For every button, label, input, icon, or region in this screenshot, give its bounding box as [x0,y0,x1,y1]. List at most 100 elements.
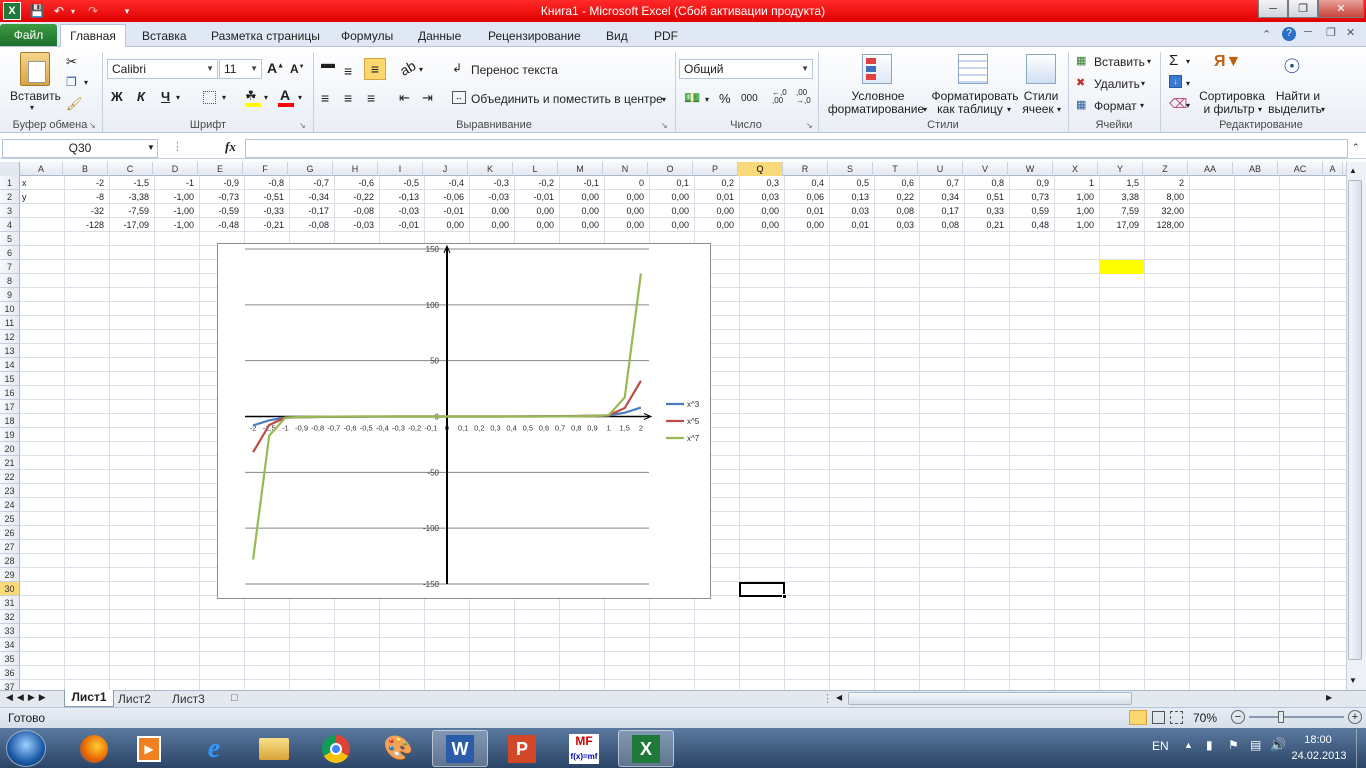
table-cell[interactable]: 2 [1143,176,1188,190]
merge-dropdown-icon[interactable]: ▾ [662,95,666,104]
table-cell[interactable]: 0,2 [693,176,738,190]
scroll-left-icon[interactable]: ◀ [836,693,842,702]
currency-dropdown-icon[interactable]: ▾ [705,95,709,104]
format-cells-icon[interactable]: ▦ [1076,98,1086,111]
table-cell[interactable]: -0,59 [198,204,243,218]
name-box[interactable]: Q30 [2,139,158,158]
row-header-20[interactable]: 20 [0,442,20,456]
row-header-6[interactable]: 6 [0,246,20,260]
cell-label[interactable]: x [22,176,31,190]
merge-center-button[interactable]: Объединить и поместить в центре [471,92,663,106]
tab-split-grip-icon[interactable]: ⋮ [822,692,833,705]
percent-button[interactable]: % [719,91,731,106]
column-header-r[interactable]: R [783,162,828,176]
doc-close-icon[interactable]: ✕ [1346,26,1355,39]
row-header-18[interactable]: 18 [0,414,20,428]
restore-button[interactable]: ❐ [1288,0,1318,18]
table-cell[interactable]: 0,00 [693,204,738,218]
row-header-12[interactable]: 12 [0,330,20,344]
word-icon[interactable]: W [432,730,488,767]
row-header-28[interactable]: 28 [0,554,20,568]
column-header-c[interactable]: C [108,162,153,176]
table-cell[interactable]: 32,00 [1143,204,1188,218]
row-header-5[interactable]: 5 [0,232,20,246]
autosum-dropdown-icon[interactable]: ▾ [1186,57,1190,66]
chrome-icon[interactable] [308,730,364,767]
table-cell[interactable]: 0,00 [648,218,693,232]
wrap-text-button[interactable]: Перенос текста [471,63,558,77]
zoom-out-icon[interactable]: − [1231,710,1245,724]
tab-home[interactable]: Главная [60,24,126,48]
mathtype-icon[interactable]: MF f(x)=mf [556,730,612,767]
borders-icon[interactable] [203,91,216,104]
table-cell[interactable]: -0,01 [423,204,468,218]
column-header-ac[interactable]: AC [1278,162,1323,176]
font-name-combo[interactable]: Calibri ▼ [107,59,218,79]
tray-arrow-icon[interactable]: ▲ [1184,740,1193,750]
fill-dropdown-icon[interactable]: ▾ [1186,79,1190,88]
row-header-19[interactable]: 19 [0,428,20,442]
row-header-9[interactable]: 9 [0,288,20,302]
clipboard-launcher-icon[interactable]: ↘ [89,121,96,130]
italic-button[interactable]: К [137,89,145,104]
sort-filter-dropdown-icon[interactable]: ▾ [1258,105,1262,114]
minimize-button[interactable]: ─ [1258,0,1288,18]
table-cell[interactable]: -0,3 [468,176,513,190]
conditional-formatting-label-2[interactable]: форматирование [826,102,926,116]
column-header-m[interactable]: M [558,162,603,176]
table-cell[interactable]: 0,00 [468,204,513,218]
grow-font-icon[interactable]: A▲ [267,60,284,76]
thousands-separator-button[interactable]: 000 [741,93,758,104]
decrease-decimal-icon[interactable]: ,00 →,0 [796,89,811,105]
table-cell[interactable]: 0,9 [1008,176,1053,190]
scroll-down-icon[interactable]: ▼ [1349,676,1357,685]
wrap-text-icon[interactable]: ↲ [452,61,462,75]
save-icon[interactable]: 💾 [28,2,46,20]
borders-dropdown-icon[interactable]: ▾ [222,93,226,102]
column-header-j[interactable]: J [423,162,468,176]
row-header-1[interactable]: 1 [0,176,20,190]
row-header-24[interactable]: 24 [0,498,20,512]
table-cell[interactable]: 0,01 [783,204,828,218]
row-header-29[interactable]: 29 [0,568,20,582]
table-cell[interactable]: -3,38 [108,190,153,204]
fill-color-icon[interactable]: ☘ [245,88,257,104]
table-cell[interactable]: -0,34 [288,190,333,204]
zoom-slider[interactable] [1249,716,1344,718]
find-select-icon[interactable]: ☉ [1283,54,1301,79]
format-dropdown-icon[interactable]: ▾ [1140,101,1144,110]
find-select-label-2[interactable]: выделить [1268,102,1322,116]
undo-icon[interactable]: ↶ [50,2,68,20]
align-center-icon[interactable]: ≡ [344,90,352,106]
delete-dropdown-icon[interactable]: ▾ [1141,79,1145,88]
file-explorer-icon[interactable] [246,730,302,767]
conditional-formatting-icon[interactable] [862,54,892,84]
tray-network-icon[interactable]: ▤ [1250,738,1261,752]
clock-time[interactable]: 18:00 [1286,734,1350,746]
table-cell[interactable]: -17,09 [108,218,153,232]
number-launcher-icon[interactable]: ↘ [806,121,813,130]
insert-cells-button[interactable]: Вставить [1094,55,1145,69]
sheet-tab-2[interactable]: Лист2 [118,692,151,706]
formula-input[interactable] [245,139,1348,158]
table-cell[interactable]: -7,59 [108,204,153,218]
table-cell[interactable]: -1,00 [153,218,198,232]
column-header-o[interactable]: O [648,162,693,176]
row-header-30[interactable]: 30 [0,582,20,596]
table-cell[interactable]: 0,34 [918,190,963,204]
table-cell[interactable]: 0,6 [873,176,918,190]
vertical-scroll-thumb[interactable] [1348,180,1362,660]
table-cell[interactable]: 0,00 [603,204,648,218]
row-header-4[interactable]: 4 [0,218,20,232]
table-cell[interactable]: -0,48 [198,218,243,232]
column-header-n[interactable]: N [603,162,648,176]
tab-review[interactable]: Рецензирование [484,26,585,47]
table-cell[interactable]: -0,8 [243,176,288,190]
column-header-d[interactable]: D [153,162,198,176]
powerpoint-icon[interactable]: P [494,730,550,767]
table-cell[interactable]: 0,48 [1008,218,1053,232]
font-launcher-icon[interactable]: ↘ [299,121,306,130]
row-header-25[interactable]: 25 [0,512,20,526]
table-cell[interactable]: 0,03 [828,204,873,218]
active-cell-q30[interactable] [739,582,785,597]
